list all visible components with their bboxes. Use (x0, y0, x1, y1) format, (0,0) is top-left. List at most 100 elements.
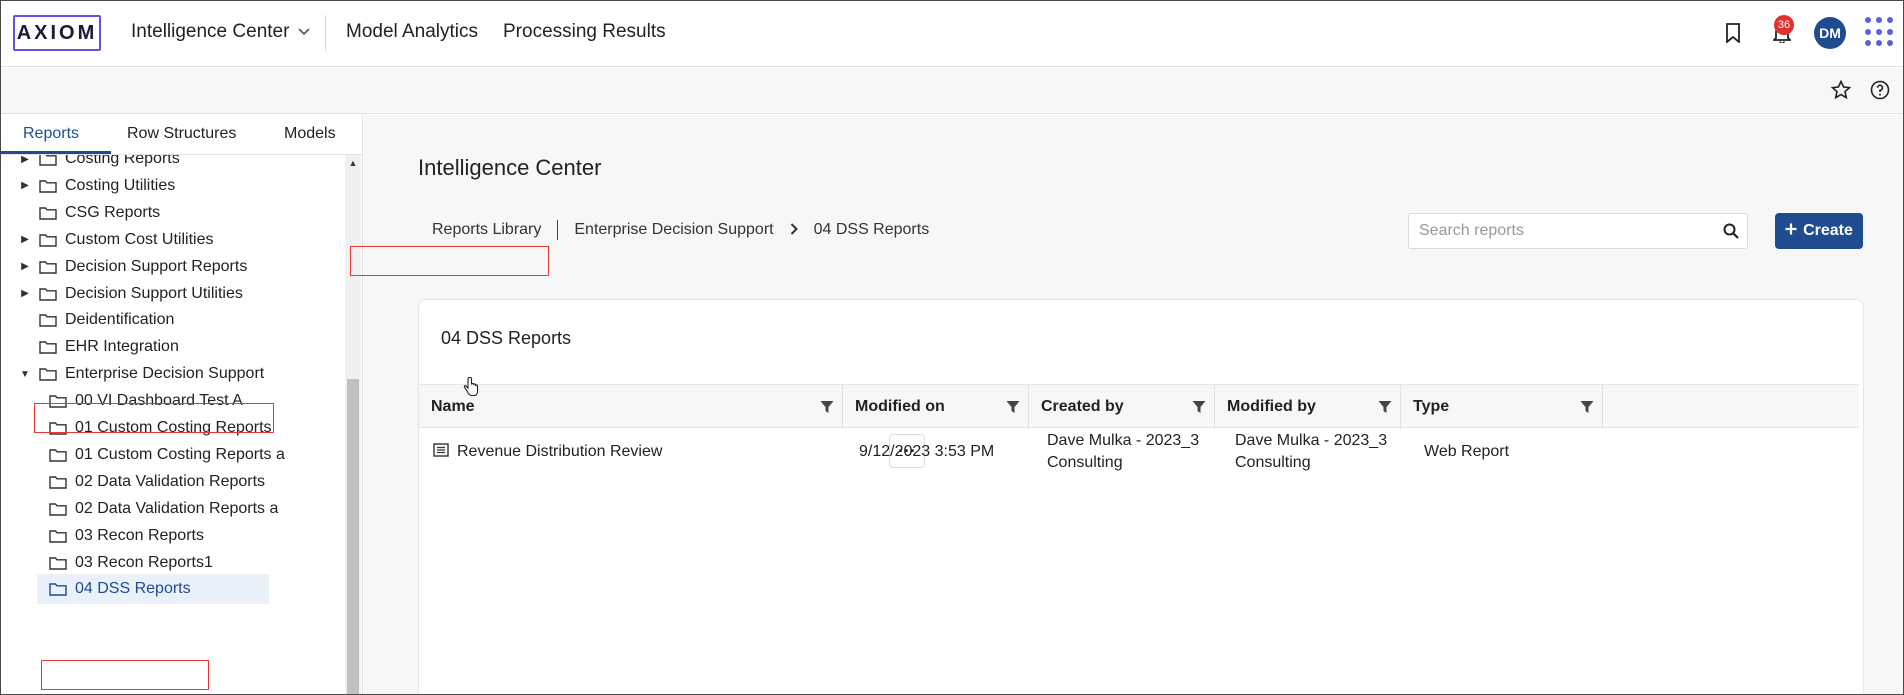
folder-icon (39, 260, 57, 274)
axiom-logo[interactable]: AXIOM (13, 15, 101, 51)
filter-icon[interactable] (998, 400, 1028, 414)
tab-reports[interactable]: Reports (23, 125, 79, 143)
scroll-thumb[interactable] (347, 379, 359, 694)
top-header: AXIOM Intelligence Center Model Analytic… (1, 1, 1903, 67)
tree-item[interactable]: 02 Data Validation Reports (1, 467, 327, 497)
secondary-toolbar (1, 68, 1903, 114)
nav-processing-results[interactable]: Processing Results (503, 21, 666, 43)
folder-icon (49, 529, 67, 543)
breadcrumb-enterprise-decision-support[interactable]: Enterprise Decision Support (574, 221, 773, 239)
tree-item-label: EHR Integration (65, 338, 179, 356)
app-switcher-label: Intelligence Center (131, 21, 290, 42)
cell-created-by: Dave Mulka - 2023_3 Consulting (1047, 432, 1200, 471)
plus-icon (1785, 222, 1797, 240)
search-icon[interactable] (1715, 223, 1747, 239)
tree-item-label: CSG Reports (65, 203, 161, 221)
tree-item-label: Decision Support Reports (65, 257, 248, 275)
caret-down-icon[interactable]: ▼ (19, 369, 31, 380)
tree-item[interactable]: CSG Reports (1, 198, 327, 228)
tab-row-structures[interactable]: Row Structures (127, 125, 236, 143)
sidebar: Reports Row Structures Models ▶ Costing R… (1, 115, 363, 694)
tree-item[interactable]: 01 Custom Costing Reports a (1, 440, 327, 470)
app-switcher[interactable]: Intelligence Center (131, 21, 311, 43)
filter-icon[interactable] (1184, 400, 1214, 414)
folder-icon (39, 287, 57, 301)
folder-icon (49, 556, 67, 570)
app-grid-icon[interactable] (1865, 17, 1895, 47)
tree-item-label: Enterprise Decision Support (65, 365, 265, 383)
app-window: AXIOM Intelligence Center Model Analytic… (0, 0, 1904, 695)
cursor-hand-icon (463, 376, 479, 402)
tree-item[interactable]: ▶ Custom Cost Utilities (1, 225, 327, 255)
bookmark-icon[interactable] (1719, 19, 1747, 47)
column-header-modified-on: Modified on (843, 385, 1029, 429)
tree-item[interactable]: Deidentification (1, 305, 327, 335)
tree-item[interactable]: 04 DSS Reports (37, 574, 269, 605)
tree-item-label: Custom Cost Utilities (65, 230, 214, 248)
tree-item-label: Costing Utilities (65, 176, 176, 194)
tree-item[interactable]: ▼ Enterprise Decision Support (1, 359, 327, 389)
tree-item[interactable]: ▶ Decision Support Reports (1, 252, 327, 282)
tree-item-label: 02 Data Validation Reports a (75, 499, 279, 517)
chevron-down-icon (297, 24, 311, 40)
create-button[interactable]: Create (1775, 213, 1863, 249)
caret-right-icon[interactable]: ▶ (19, 234, 31, 245)
cell-modified-by: Dave Mulka - 2023_3 Consulting (1235, 432, 1388, 471)
filter-icon[interactable] (1572, 400, 1602, 414)
breadcrumb-divider (557, 220, 559, 240)
report-name: Revenue Distribution Review (457, 443, 663, 460)
report-link[interactable]: Revenue Distribution Review (433, 442, 663, 462)
highlight-report-name (350, 246, 549, 276)
caret-right-icon[interactable]: ▶ (19, 155, 31, 165)
tree-item[interactable]: 03 Recon Reports (1, 521, 327, 551)
tree-item[interactable]: EHR Integration (1, 332, 327, 362)
tree-item-label: Deidentification (65, 311, 175, 329)
tree-item[interactable]: 03 Recon Reports1 (1, 548, 327, 578)
breadcrumb-current: 04 DSS Reports (813, 221, 930, 238)
tree-item-label: Decision Support Utilities (65, 284, 243, 302)
filter-icon[interactable] (812, 400, 842, 414)
column-header-type: Type (1401, 385, 1603, 429)
caret-right-icon[interactable]: ▶ (19, 180, 31, 191)
reports-card: 04 DSS Reports Name Modified on Created … (418, 299, 1864, 694)
tree-item-label: Costing Reports (65, 155, 180, 167)
tab-models[interactable]: Models (284, 125, 336, 143)
tree-item[interactable]: ▶ Decision Support Utilities (1, 279, 327, 309)
caret-right-icon[interactable]: ▶ (19, 261, 31, 272)
folder-icon (49, 448, 67, 462)
nav-model-analytics[interactable]: Model Analytics (346, 21, 478, 43)
header-divider (325, 15, 326, 51)
tree-item-label: 03 Recon Reports (75, 526, 204, 544)
breadcrumb-reports-library[interactable]: Reports Library (432, 221, 541, 239)
cell-modified-on: 9/12/2023 3:53 PM (859, 443, 995, 460)
scroll-up-icon[interactable]: ▲ (345, 155, 361, 171)
folder-icon (39, 155, 57, 166)
tree-item-label: 01 Custom Costing Reports a (75, 445, 285, 463)
folder-icon (49, 582, 67, 597)
avatar[interactable]: DM (1814, 17, 1846, 49)
help-icon[interactable] (1866, 76, 1894, 104)
notification-badge: 36 (1774, 15, 1794, 35)
folder-icon (39, 233, 57, 247)
search-input[interactable] (1409, 214, 1715, 248)
report-list-icon (433, 442, 449, 462)
table-header: Name Modified on Created by Modified by (419, 384, 1859, 429)
search-box[interactable] (1408, 213, 1748, 249)
folder-icon (39, 179, 57, 193)
tree-item-label: 03 Recon Reports1 (75, 553, 213, 571)
filter-icon[interactable] (1370, 400, 1400, 414)
star-icon[interactable] (1827, 76, 1855, 104)
page-title: Intelligence Center (418, 155, 602, 180)
tree-item[interactable]: 02 Data Validation Reports a (1, 494, 327, 524)
table-row[interactable]: Revenue Distribution Review ··· 9/12/202… (419, 428, 1859, 476)
sidebar-scrollbar[interactable]: ▲ (345, 155, 361, 694)
caret-right-icon[interactable]: ▶ (19, 288, 31, 299)
folder-icon (39, 340, 57, 354)
sidebar-tabs: Reports Row Structures Models (1, 115, 363, 155)
highlight-04-dss-reports (41, 660, 209, 690)
tree-item[interactable]: ▶ Costing Utilities (1, 171, 327, 201)
create-button-label: Create (1803, 222, 1853, 239)
highlight-enterprise-decision-support (34, 403, 274, 433)
folder-icon (49, 502, 67, 516)
card-title: 04 DSS Reports (441, 328, 572, 348)
